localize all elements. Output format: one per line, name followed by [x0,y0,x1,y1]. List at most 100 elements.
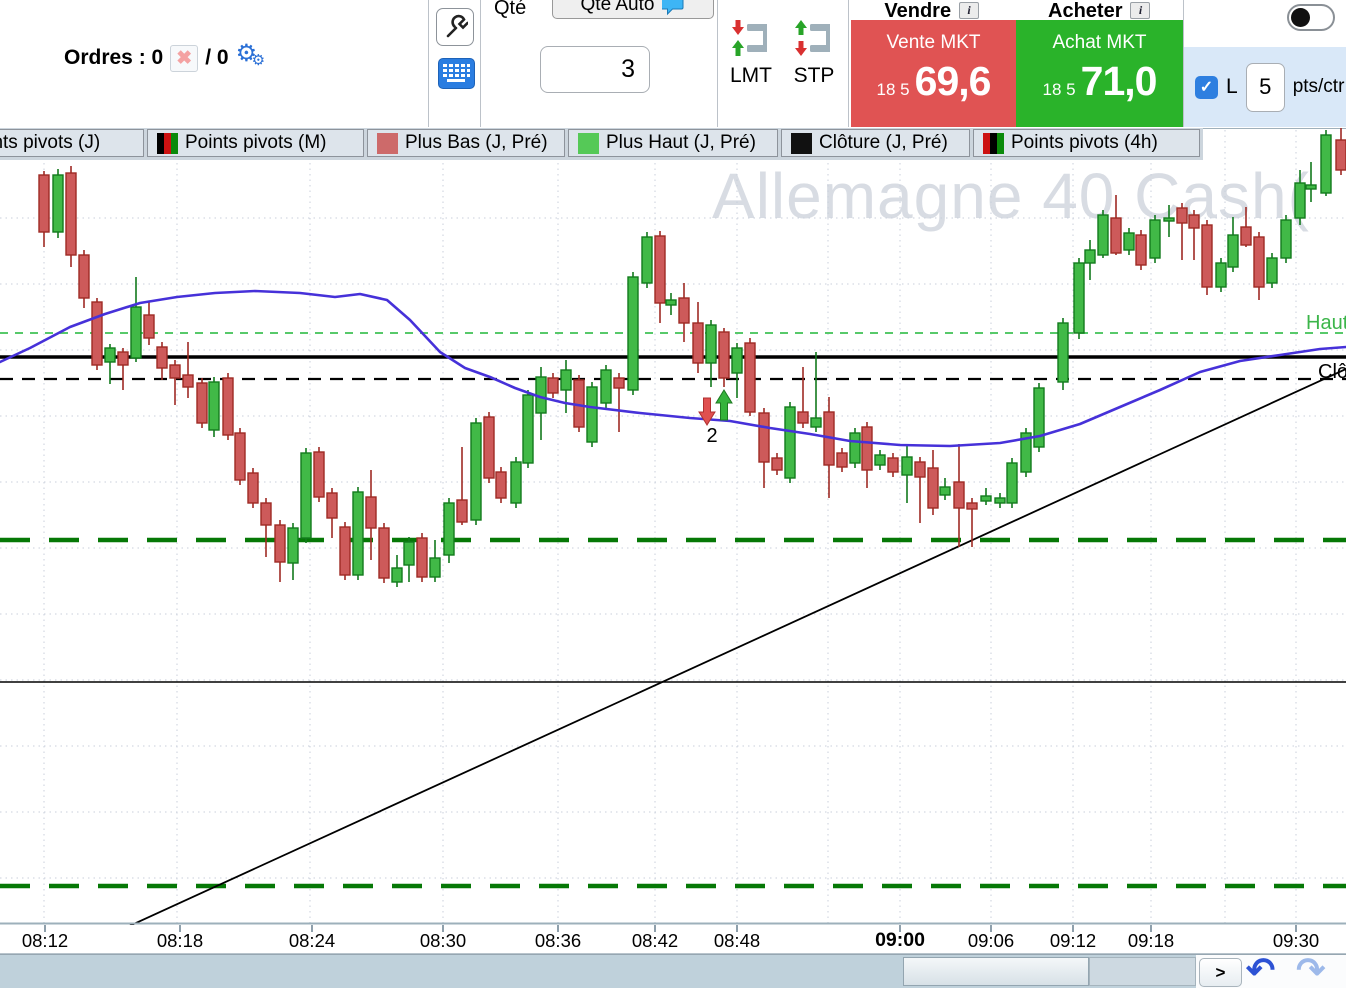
orders-status: Ordres : 0 ✖ / 0 ⚙ ⚙ [64,40,270,76]
candle [510,461,522,504]
buy-price: 71,0 [1080,58,1158,104]
candle [403,541,415,566]
candle [887,457,899,473]
candle [1253,236,1265,288]
candle [771,457,783,471]
candle [849,432,861,464]
candle [953,481,965,509]
stp-label: STP [793,64,835,87]
sell-market-button[interactable]: Vente MKT 18 5 69,6 [851,20,1016,127]
candle [326,492,338,519]
undo-icon[interactable]: ↶ [1246,951,1275,988]
buy-price-prefix: 18 5 [1042,80,1076,99]
panel-toggle-switch[interactable] [1287,4,1335,31]
instrument-watermark: Allemagne 40 Cash( [712,160,1310,232]
stop-loss-checkbox[interactable]: ✓ [1195,75,1218,99]
candle [78,254,90,299]
candle [927,467,939,509]
candle [1073,262,1085,334]
candle [665,299,677,306]
candle [1305,184,1317,190]
axis-label: 08:42 [631,930,679,951]
lmt-arrows-icon [732,20,767,56]
tools-button[interactable] [436,8,474,46]
candle [196,382,208,424]
order-settings-icon[interactable]: ⚙ ⚙ [236,40,270,75]
qty-input[interactable] [540,46,650,93]
keyboard-button[interactable] [438,58,475,89]
series-color-icon [578,132,599,154]
candle [836,452,848,468]
candle [117,351,129,366]
candle [495,471,507,499]
order-toolbar: Ordres : 0 ✖ / 0 ⚙ ⚙ Qté Qté Auto 3 LMT … [0,0,1346,129]
candle [1280,219,1292,259]
stop-loss-unit: pts/ctr [1292,76,1345,97]
legend-item[interactable]: Points pivots (4h) [973,129,1200,157]
indicator-legend: Points pivots (J) Points pivots (M) Plus B… [0,128,1346,160]
legend-item[interactable]: Points pivots (J) [0,129,144,157]
legend-item[interactable]: Clôture (J, Pré) [781,129,970,157]
speech-bubble-icon [662,0,684,16]
candle [91,301,103,366]
trade-headers: Vendre i Acheter i [848,0,1183,22]
legend-item-label: Plus Bas (J, Pré) [405,132,548,153]
scrollbar-thumb[interactable] [903,957,1089,986]
stop-loss-input[interactable] [1245,62,1285,112]
legend-item[interactable]: Plus Haut (J, Pré) [568,129,778,157]
scroll-right-button[interactable]: > [1199,958,1242,987]
candle [980,495,992,502]
candle [130,306,142,359]
axis-label: 08:24 [288,930,336,951]
axis-label: 09:00 [875,929,925,951]
axis-label: 09:18 [1127,930,1175,951]
pivot-stripes-icon [983,132,1004,154]
candle [522,394,534,464]
axis-label: 08:18 [156,930,204,951]
axis-label: 08:36 [534,930,582,951]
redo-icon[interactable]: ↷ [1296,951,1325,988]
candle [391,567,403,583]
candle [692,322,704,364]
lmt-order-button[interactable]: LMT [722,18,780,88]
candle [222,377,234,436]
sell-info-icon[interactable]: i [959,2,980,19]
lmt-label: LMT [730,64,772,87]
candle [1201,224,1213,288]
candle [52,174,64,233]
candle [260,502,272,526]
candle [586,386,598,443]
candle [1123,232,1135,251]
candle [861,426,873,471]
legend-item[interactable]: Points pivots (M) [147,129,364,157]
candle [547,377,559,394]
candle [365,496,377,529]
axis-label: 08:48 [713,930,761,951]
candle [1084,249,1096,264]
candle [678,297,690,324]
candle [1033,387,1045,448]
candle [600,369,612,404]
candle [1110,217,1122,254]
candle [1294,182,1306,219]
plus-haut-line-label: Haut [1306,312,1346,334]
candle [38,174,50,233]
candle [994,497,1006,504]
keyboard-icon [443,64,470,82]
pivot-stripes-icon [157,132,178,154]
candle [613,377,625,389]
candle [274,524,286,563]
stp-order-button[interactable]: STP [785,18,843,88]
axis-label: 09:12 [1049,930,1097,951]
stop-loss-label: L [1226,75,1238,98]
price-chart[interactable]: Allemagne 40 Cash(2 Haut Clô [0,128,1346,925]
legend-item[interactable]: Plus Bas (J, Pré) [367,129,565,157]
qty-auto-button[interactable]: Qté Auto [552,0,714,19]
axis-label: 09:06 [967,930,1015,951]
orders-count-label: Ordres : 0 [64,46,164,69]
buy-market-button[interactable]: Achat MKT 18 5 71,0 [1016,20,1183,127]
buy-info-icon[interactable]: i [1130,2,1151,19]
axis-label: 09:30 [1272,930,1320,951]
cancel-orders-icon[interactable]: ✖ [170,44,199,72]
axis-label: 08:30 [419,930,467,951]
